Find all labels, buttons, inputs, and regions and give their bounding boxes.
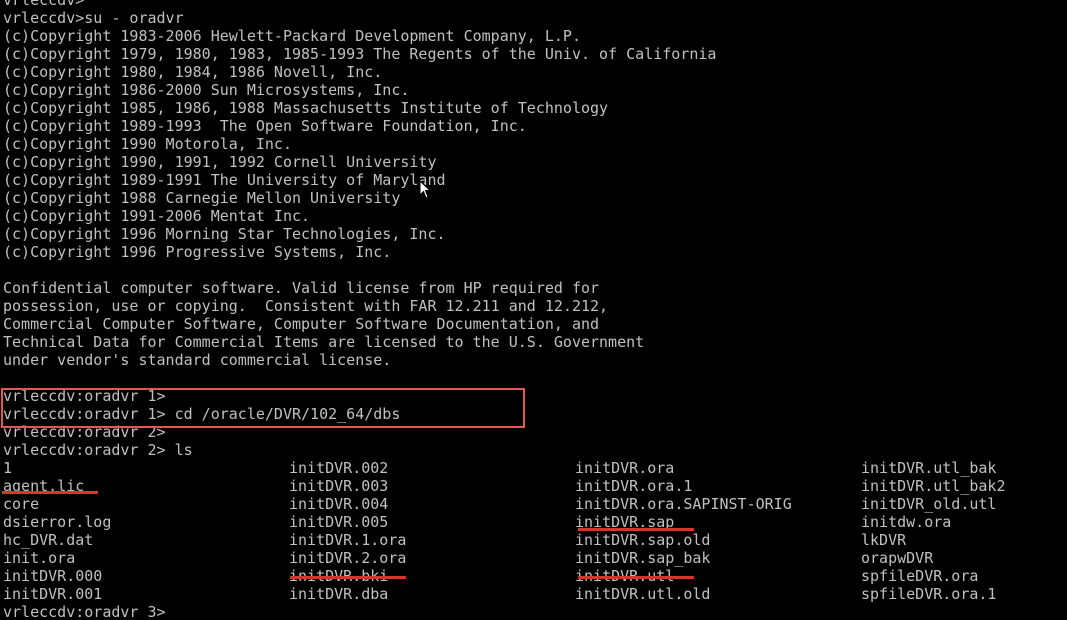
ls-command-line: vrleccdv:oradvr 2> ls bbox=[3, 441, 193, 459]
ls-output-row: init.ora initDVR.2.ora initDVR.sap_bak o… bbox=[3, 549, 1067, 567]
file-entry: initDVR.003 bbox=[289, 477, 389, 495]
file-entry: initdw.ora bbox=[861, 513, 952, 531]
file-entry: initDVR.dba bbox=[289, 585, 389, 603]
cd-command-line: vrleccdv:oradvr 1> cd /oracle/DVR/102_64… bbox=[3, 405, 401, 423]
file-entry: initDVR.005 bbox=[289, 513, 389, 531]
file-entry-initdvr-utl: initDVR.utl bbox=[575, 567, 675, 585]
file-entry: core bbox=[3, 495, 40, 513]
file-entry-initdvr-sap: initDVR.sap bbox=[575, 513, 675, 531]
file-entry: hc_DVR.dat bbox=[3, 531, 94, 549]
file-entry: initDVR.002 bbox=[289, 459, 389, 477]
terminal-line: (c)Copyright 1989-1993 The Open Software… bbox=[3, 117, 527, 135]
ls-output-row: hc_DVR.dat initDVR.1.ora initDVR.sap.old… bbox=[3, 531, 1067, 549]
file-entry: initDVR.004 bbox=[289, 495, 389, 513]
file-entry: orapwDVR bbox=[861, 549, 934, 567]
mouse-pointer-icon bbox=[419, 180, 431, 199]
terminal-line: vrleccdv>su - oradvr bbox=[3, 9, 184, 27]
terminal-line: (c)Copyright 1996 Progressive Systems, I… bbox=[3, 243, 392, 261]
ls-output-row: initDVR.000 initDVR.bki initDVR.utl spfi… bbox=[3, 567, 1067, 585]
file-entry: spfileDVR.ora bbox=[861, 567, 979, 585]
file-entry: spfileDVR.ora.1 bbox=[861, 585, 997, 603]
terminal-line: under vendor's standard commercial licen… bbox=[3, 351, 392, 369]
ls-output-row: core initDVR.004 initDVR.ora.SAPINST-ORI… bbox=[3, 495, 1067, 513]
terminal-line: (c)Copyright 1991-2006 Mentat Inc. bbox=[3, 207, 311, 225]
terminal-output: vrleccdv> vrleccdv>su - oradvr (c)Copyri… bbox=[3, 0, 1067, 620]
terminal-line: Confidential computer software. Valid li… bbox=[3, 279, 600, 297]
terminal-line: (c)Copyright 1996 Morning Star Technolog… bbox=[3, 225, 446, 243]
terminal-window[interactable]: vrleccdv> vrleccdv>su - oradvr (c)Copyri… bbox=[0, 0, 1067, 620]
file-entry-agent-lic: agent.lic bbox=[3, 477, 85, 495]
file-entry: 1 bbox=[3, 459, 13, 477]
terminal-line: (c)Copyright 1988 Carnegie Mellon Univer… bbox=[3, 189, 401, 207]
ls-output-row: dsierror.log initDVR.005 initDVR.sap ini… bbox=[3, 513, 1067, 531]
ls-output-row: agent.lic initDVR.003 initDVR.ora.1 init… bbox=[3, 477, 1067, 495]
file-entry: initDVR.000 bbox=[3, 567, 103, 585]
file-entry-initdvr-bki: initDVR.bki bbox=[289, 567, 389, 585]
terminal-line: (c)Copyright 1983-2006 Hewlett-Packard D… bbox=[3, 27, 581, 45]
file-entry: initDVR.ora.1 bbox=[575, 477, 693, 495]
shell-prompt: vrleccdv:oradvr 1> bbox=[3, 387, 166, 405]
terminal-line: (c)Copyright 1990, 1991, 1992 Cornell Un… bbox=[3, 153, 437, 171]
terminal-line: (c)Copyright 1979, 1980, 1983, 1985-1993… bbox=[3, 45, 717, 63]
terminal-line: (c)Copyright 1986-2000 Sun Microsystems,… bbox=[3, 81, 410, 99]
file-entry: initDVR.1.ora bbox=[289, 531, 407, 549]
terminal-line: Technical Data for Commercial Items are … bbox=[3, 333, 645, 351]
terminal-line: (c)Copyright 1989-1991 The University of… bbox=[3, 171, 446, 189]
terminal-line: vrleccdv> bbox=[3, 0, 85, 9]
ls-output-row: 1 initDVR.002 initDVR.ora initDVR.utl_ba… bbox=[3, 459, 1067, 477]
file-entry: initDVR.sap_bak bbox=[575, 549, 711, 567]
file-entry: dsierror.log bbox=[3, 513, 112, 531]
ls-output-row: initDVR.001 initDVR.dba initDVR.utl.old … bbox=[3, 585, 1067, 603]
terminal-line: Commercial Computer Software, Computer S… bbox=[3, 315, 600, 333]
file-entry: initDVR.utl_bak bbox=[861, 459, 997, 477]
terminal-line: (c)Copyright 1990 Motorola, Inc. bbox=[3, 135, 292, 153]
file-entry: initDVR_old.utl bbox=[861, 495, 997, 513]
file-entry: initDVR.001 bbox=[3, 585, 103, 603]
terminal-line: (c)Copyright 1980, 1984, 1986 Novell, In… bbox=[3, 63, 383, 81]
terminal-line: possession, use or copying. Consistent w… bbox=[3, 297, 609, 315]
shell-prompt: vrleccdv:oradvr 2> bbox=[3, 423, 166, 441]
file-entry: initDVR.utl_bak2 bbox=[861, 477, 1006, 495]
file-entry: initDVR.sap.old bbox=[575, 531, 711, 549]
file-entry: initDVR.2.ora bbox=[289, 549, 407, 567]
file-entry: initDVR.utl.old bbox=[575, 585, 711, 603]
terminal-line: (c)Copyright 1985, 1986, 1988 Massachuse… bbox=[3, 99, 609, 117]
shell-prompt-current[interactable]: vrleccdv:oradvr 3> bbox=[3, 603, 1067, 620]
file-entry: initDVR.ora.SAPINST-ORIG bbox=[575, 495, 792, 513]
file-entry: initDVR.ora bbox=[575, 459, 675, 477]
file-entry: init.ora bbox=[3, 549, 76, 567]
file-entry: lkDVR bbox=[861, 531, 907, 549]
